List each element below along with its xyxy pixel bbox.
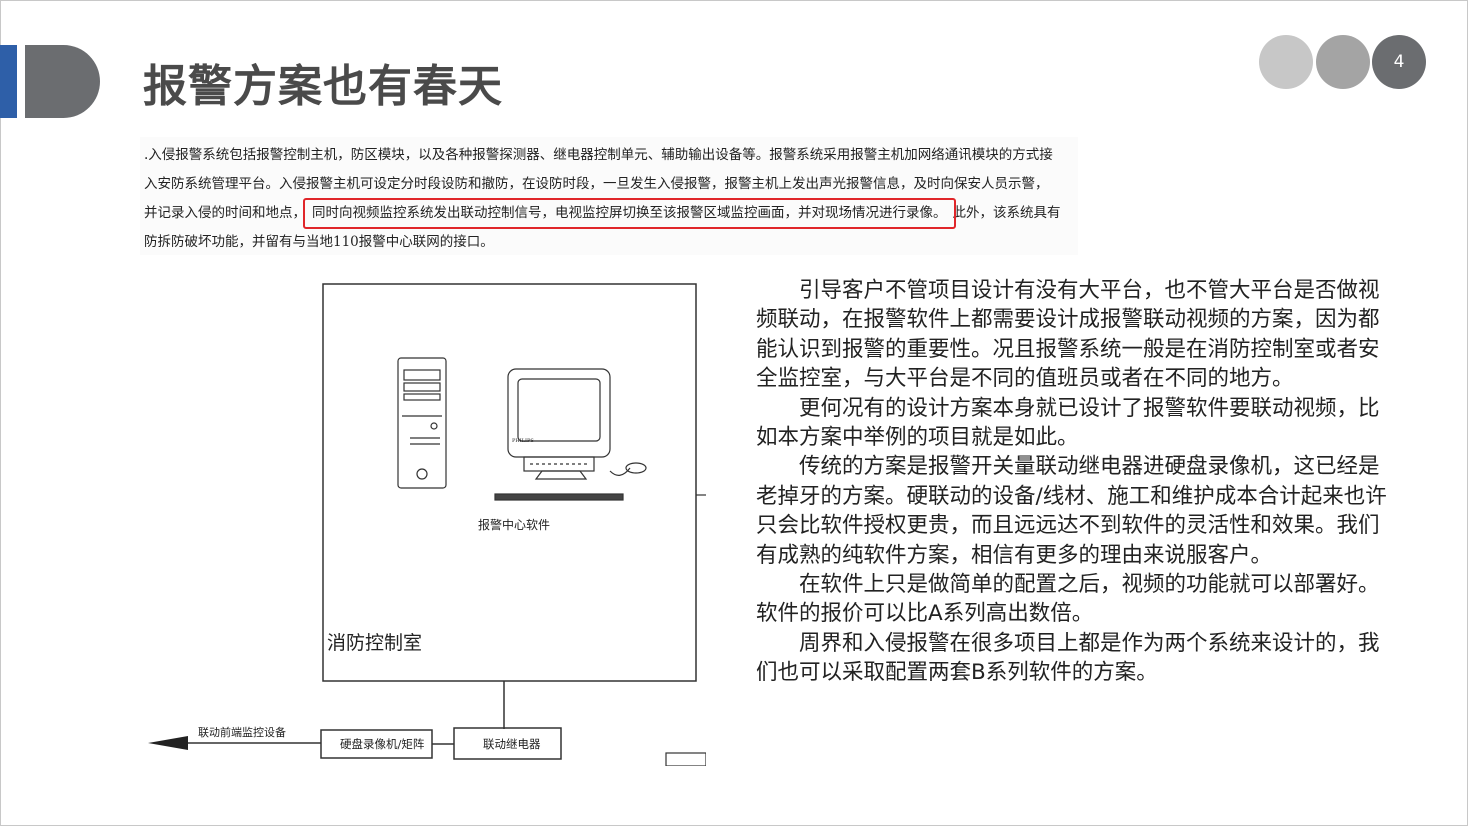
- accent-bar: [0, 45, 17, 118]
- mouse-icon: [609, 462, 647, 476]
- excerpt-line-1: .入侵报警系统包括报警控制主机，防区模块，以及各种报警探测器、继电器控制单元、辅…: [144, 147, 1053, 163]
- body-paragraph-2: 更何况有的设计方案本身就已设计了报警软件要联动视频，比如本方案中举例的项目就是如…: [756, 395, 1380, 451]
- diagram-drawing: [148, 283, 706, 766]
- slide-title: 报警方案也有春天: [143, 61, 503, 112]
- indicator-dot-light: [1259, 35, 1313, 89]
- pc-tower-icon: [397, 357, 447, 489]
- body-paragraph-1: 引导客户不管项目设计有没有大平台，也不管大平台是否做视频联动，在报警软件上都需要…: [756, 278, 1380, 392]
- monitor-icon: [507, 368, 611, 480]
- room-label: 消防控制室: [327, 632, 423, 654]
- system-diagram-image: PHILIPS 报警中心软件 消防控制室 联动前端监控设备 硬盘录像机/矩阵 联…: [140, 266, 706, 766]
- excerpt-line-2: 入安防系统管理平台。入侵报警主机可设定分时段设防和撤防，在设防时段，一旦发生入侵…: [144, 176, 1049, 192]
- title-tab-shape: [25, 45, 100, 118]
- excerpt-line-4: 防拆防破坏功能，并留有与当地110报警中心联网的接口。: [144, 234, 494, 250]
- monitor-brand-label: PHILIPS: [512, 438, 534, 444]
- body-text: 引导客户不管项目设计有没有大平台，也不管大平台是否做视频联动，在报警软件上都需要…: [756, 276, 1396, 688]
- document-excerpt-image: .入侵报警系统包括报警控制主机，防区模块，以及各种报警探测器、继电器控制单元、辅…: [140, 137, 1078, 255]
- dvr-box-label: 硬盘录像机/矩阵: [340, 737, 425, 751]
- highlight-box: [303, 198, 956, 229]
- body-paragraph-3: 传统的方案是报警开关量联动继电器进硬盘录像机，这已经是老掉牙的方案。硬联动的设备…: [756, 454, 1387, 568]
- relay-box-label: 联动继电器: [483, 737, 541, 751]
- excerpt-line-3-tail: 此外，该系统具有: [952, 205, 1061, 221]
- arrow-label: 联动前端监控设备: [198, 726, 286, 739]
- body-paragraph-5: 周界和入侵报警在很多项目上都是作为两个系统来设计的，我们也可以采取配置两套B系列…: [756, 630, 1380, 686]
- page-number: 4: [1372, 35, 1426, 89]
- keyboard-icon: [494, 493, 624, 501]
- software-label: 报警中心软件: [478, 518, 551, 532]
- body-paragraph-4: 在软件上只是做简单的配置之后，视频的功能就可以部署好。软件的报价可以比A系列高出…: [756, 572, 1380, 627]
- excerpt-line-3-head: 并记录入侵的时间和地点，: [144, 205, 306, 221]
- indicator-dot-mid: [1316, 35, 1370, 89]
